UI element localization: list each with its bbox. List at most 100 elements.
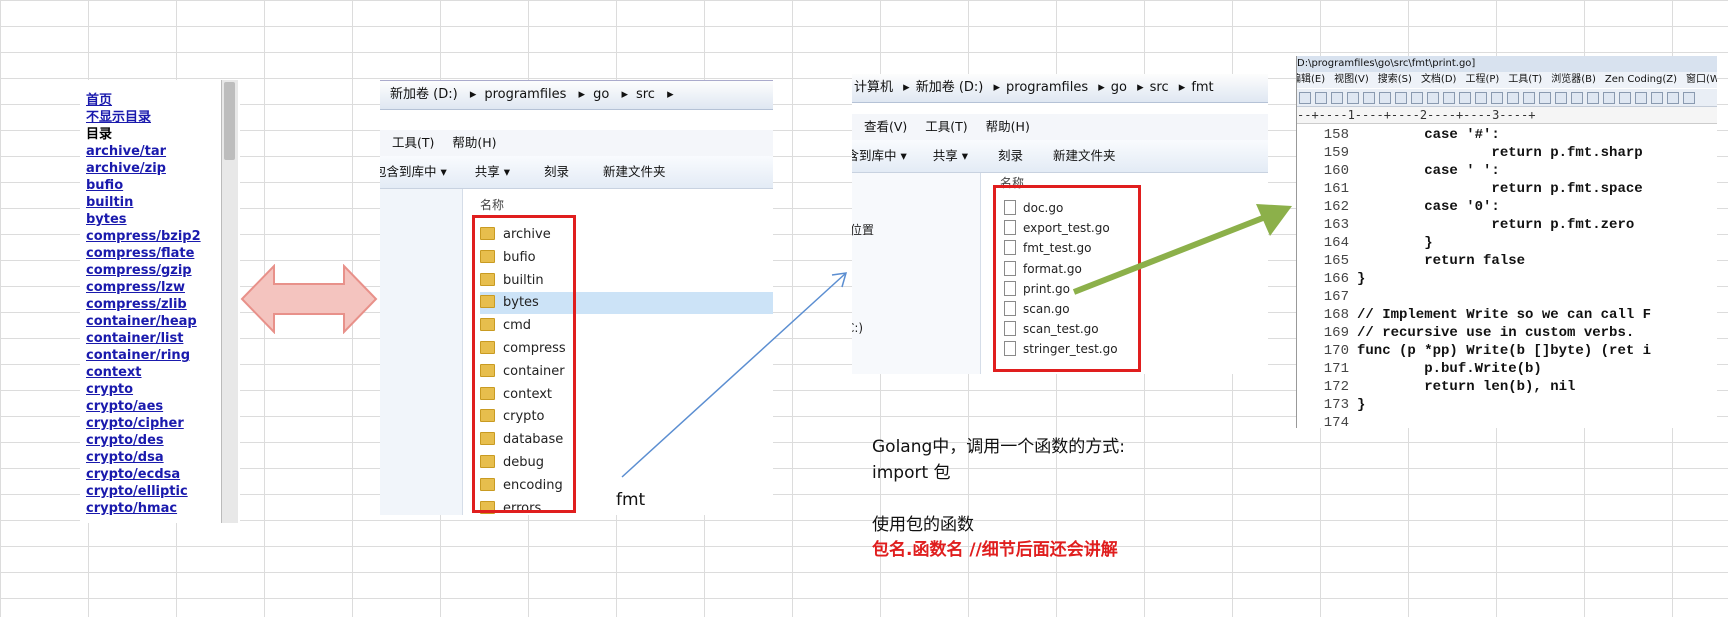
package-link[interactable]: crypto/des [86, 432, 226, 449]
breadcrumb-item[interactable]: 新加卷 (D:) [390, 87, 458, 102]
nav-item[interactable]: 的位置 [852, 221, 874, 238]
toolbar-icon[interactable] [1475, 92, 1487, 104]
breadcrumb-item[interactable]: src [1150, 80, 1169, 95]
toolbar-icon[interactable] [1635, 92, 1647, 104]
toolbar-icon[interactable] [1347, 92, 1359, 104]
scrollbar-thumb[interactable] [224, 82, 235, 160]
navigation-pane[interactable] [380, 189, 463, 515]
code-line[interactable]: 158 case '#': [1297, 126, 1717, 144]
toolbar-icon[interactable] [1523, 92, 1535, 104]
nav-item[interactable]: C:) [852, 321, 863, 335]
toolbar-icon[interactable] [1571, 92, 1583, 104]
editor-menu-item[interactable]: Zen Coding(Z) [1605, 74, 1677, 85]
package-link[interactable]: compress/lzw [86, 279, 226, 296]
package-link[interactable]: 首页 [86, 92, 226, 109]
package-link[interactable]: crypto/dsa [86, 449, 226, 466]
code-line[interactable]: 169 // recursive use in custom verbs. [1297, 324, 1717, 342]
new-folder-button[interactable]: 新建文件夹 [1053, 148, 1116, 163]
toolbar-icon[interactable] [1411, 92, 1423, 104]
menu-help[interactable]: 帮助(H) [452, 135, 496, 150]
code-line[interactable]: 164 } [1297, 234, 1717, 252]
code-line[interactable]: 161 return p.fmt.space [1297, 180, 1717, 198]
toolbar-icon[interactable] [1555, 92, 1567, 104]
editor-menu-item[interactable]: 文档(D) [1421, 74, 1457, 85]
package-link[interactable]: 不显示目录 [86, 109, 226, 126]
breadcrumb-item[interactable]: go [1111, 80, 1127, 95]
editor-menu-item[interactable]: 工具(T) [1508, 74, 1542, 85]
package-link[interactable]: container/heap [86, 313, 226, 330]
editor-menu-item[interactable]: 视图(V) [1334, 74, 1369, 85]
code-line[interactable]: 163 return p.fmt.zero [1297, 216, 1717, 234]
code-line[interactable]: 160 case ' ': [1297, 162, 1717, 180]
address-bar[interactable]: 新加卷 (D:) ▸ programfiles ▸ go ▸ src ▸ [380, 81, 773, 110]
package-link[interactable]: context [86, 364, 226, 381]
code-line[interactable]: 167 [1297, 288, 1717, 306]
new-folder-button[interactable]: 新建文件夹 [603, 164, 666, 179]
toolbar-icon[interactable] [1619, 92, 1631, 104]
code-line[interactable]: 166} [1297, 270, 1717, 288]
code-area[interactable]: 158 case '#': 159 return p.fmt.sharp 160 c… [1297, 126, 1717, 428]
toolbar-icon[interactable] [1651, 92, 1663, 104]
code-line[interactable]: 165 return false [1297, 252, 1717, 270]
scrollbar[interactable] [221, 80, 238, 523]
share-button[interactable]: 共享 ▾ [933, 148, 968, 163]
editor-menu-item[interactable]: 工程(P) [1465, 74, 1499, 85]
toolbar-icon[interactable] [1459, 92, 1471, 104]
package-link[interactable]: bufio [86, 177, 226, 194]
package-link[interactable]: crypto [86, 381, 226, 398]
toolbar-icon[interactable] [1331, 92, 1343, 104]
code-line[interactable]: 174 [1297, 414, 1717, 428]
package-link[interactable]: builtin [86, 194, 226, 211]
breadcrumb-item[interactable]: go [593, 87, 609, 102]
toolbar-icon[interactable] [1683, 92, 1695, 104]
package-link[interactable]: archive/zip [86, 160, 226, 177]
toolbar-icon[interactable] [1507, 92, 1519, 104]
burn-button[interactable]: 刻录 [544, 164, 569, 179]
code-line[interactable]: 171 p.buf.Write(b) [1297, 360, 1717, 378]
burn-button[interactable]: 刻录 [998, 148, 1023, 163]
column-header-name[interactable]: 名称 [480, 196, 504, 213]
toolbar-icon[interactable] [1315, 92, 1327, 104]
toolbar-icon[interactable] [1587, 92, 1599, 104]
code-line[interactable]: 168 // Implement Write so we can call F [1297, 306, 1717, 324]
navigation-pane[interactable]: 的位置 C:) [852, 173, 981, 374]
menu-help[interactable]: 帮助(H) [986, 119, 1030, 134]
breadcrumb-item[interactable]: 计算机 [854, 80, 893, 95]
toolbar-icon[interactable] [1491, 92, 1503, 104]
share-button[interactable]: 共享 ▾ [475, 164, 510, 179]
package-link[interactable]: container/list [86, 330, 226, 347]
code-line[interactable]: 173} [1297, 396, 1717, 414]
breadcrumb-item[interactable]: fmt [1191, 80, 1213, 95]
code-line[interactable]: 159 return p.fmt.sharp [1297, 144, 1717, 162]
menu-view[interactable]: 查看(V) [864, 119, 907, 134]
breadcrumb-item[interactable]: programfiles [1006, 80, 1088, 95]
include-in-library-button[interactable]: 包含到库中 ▾ [852, 148, 907, 163]
package-link[interactable]: archive/tar [86, 143, 226, 160]
code-line[interactable]: 162 case '0': [1297, 198, 1717, 216]
package-link[interactable]: crypto/cipher [86, 415, 226, 432]
code-line[interactable]: 172 return len(b), nil [1297, 378, 1717, 396]
package-link[interactable]: container/ring [86, 347, 226, 364]
address-bar[interactable]: 计算机 ▸ 新加卷 (D:) ▸ programfiles ▸ go ▸ src ▸ fm… [852, 74, 1268, 103]
package-link[interactable]: crypto/aes [86, 398, 226, 415]
include-in-library-button[interactable]: 包含到库中 ▾ [380, 164, 447, 179]
toolbar-icon[interactable] [1379, 92, 1391, 104]
editor-menu-item[interactable]: 浏览器(B) [1551, 74, 1596, 85]
toolbar-icon[interactable] [1667, 92, 1679, 104]
menu-tools[interactable]: 工具(T) [925, 119, 967, 134]
package-link[interactable]: compress/flate [86, 245, 226, 262]
breadcrumb-item[interactable]: 新加卷 (D:) [916, 80, 984, 95]
toolbar-icon[interactable] [1603, 92, 1615, 104]
toolbar-icon[interactable] [1539, 92, 1551, 104]
package-link[interactable]: compress/gzip [86, 262, 226, 279]
toolbar-icon[interactable] [1299, 92, 1311, 104]
toolbar-icon[interactable] [1427, 92, 1439, 104]
menu-tools[interactable]: 工具(T) [392, 135, 434, 150]
package-link[interactable]: crypto/ecdsa [86, 466, 226, 483]
package-link[interactable]: crypto/elliptic [86, 483, 226, 500]
breadcrumb-item[interactable]: programfiles [484, 87, 566, 102]
toolbar-icon[interactable] [1363, 92, 1375, 104]
package-link[interactable]: crypto/hmac [86, 500, 226, 517]
package-link[interactable]: compress/bzip2 [86, 228, 226, 245]
toolbar-icon[interactable] [1443, 92, 1455, 104]
